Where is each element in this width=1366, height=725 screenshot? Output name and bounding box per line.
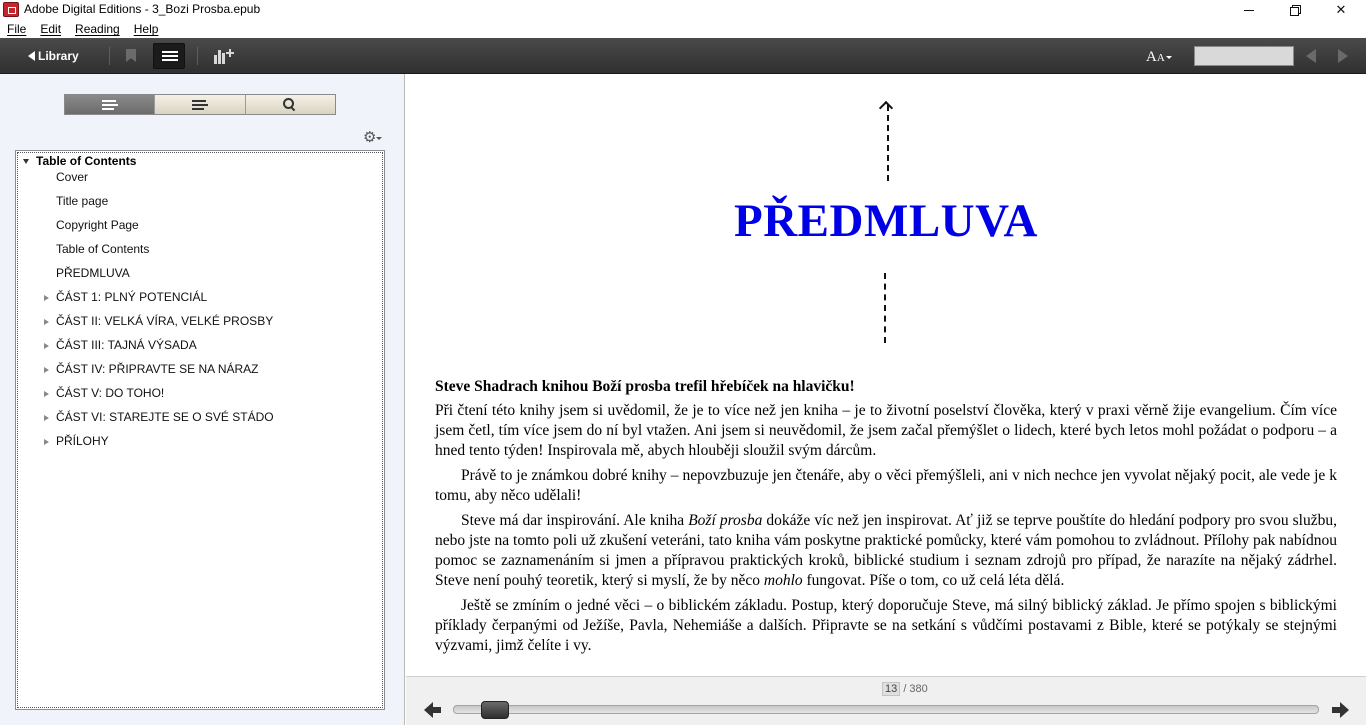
expand-triangle-icon[interactable]: [44, 367, 49, 373]
lead-paragraph: Steve Shadrach knihou Boží prosba trefil…: [435, 378, 855, 395]
previous-result-icon[interactable]: [1306, 49, 1316, 63]
decorative-dashes: [884, 273, 886, 343]
search-icon: [282, 98, 295, 110]
next-result-icon[interactable]: [1338, 49, 1348, 63]
font-size-label: A: [1146, 49, 1157, 65]
close-icon: ✕: [1335, 2, 1347, 17]
toolbar: Library AA: [0, 38, 1366, 74]
window-title: Adobe Digital Editions - 3_Bozi Prosba.e…: [24, 2, 261, 16]
toc-item[interactable]: Copyright Page: [56, 218, 139, 232]
reading-pane: PŘEDMLUVA Steve Shadrach knihou Boží pro…: [406, 74, 1366, 676]
sidebar-view-tabs: [64, 94, 336, 115]
paragraph: Právě to je známkou dobré knihy – nepovz…: [435, 467, 1337, 504]
toc-toggle-button[interactable]: [153, 43, 185, 69]
expand-triangle-icon[interactable]: [44, 295, 49, 301]
app-window: Adobe Digital Editions - 3_Bozi Prosba.e…: [0, 0, 1366, 725]
toc-list-icon: [102, 100, 118, 110]
page-counter: 13 / 380: [882, 682, 928, 696]
toolbar-separator: [109, 47, 110, 65]
previous-page-icon[interactable]: [424, 702, 442, 718]
paragraph: Ještě se zmíním o jedné věci – o biblick…: [435, 597, 1337, 654]
chapter-body: Steve Shadrach knihou Boží prosba trefil…: [435, 377, 1337, 661]
toc-item[interactable]: PŘEDMLUVA: [56, 266, 130, 280]
font-size-button[interactable]: AA: [1146, 49, 1172, 66]
dropdown-caret-icon: [1165, 56, 1172, 60]
expand-triangle-icon[interactable]: [44, 319, 49, 325]
gear-icon[interactable]: ⚙: [363, 128, 383, 146]
close-button[interactable]: ✕: [1318, 0, 1364, 20]
menu-bar: File Edit Reading Help: [0, 20, 1366, 38]
page-slider-track[interactable]: [453, 705, 1319, 714]
minimize-icon: [1244, 9, 1254, 11]
library-label: Library: [38, 49, 79, 63]
font-size-small-label: A: [1156, 52, 1165, 64]
toc-item[interactable]: PŘÍLOHY: [56, 434, 109, 448]
paragraph: Při čtení této knihy jsem si uvědomil, ž…: [435, 402, 1337, 459]
expand-triangle-icon[interactable]: [44, 415, 49, 421]
add-bar-chart-icon[interactable]: [214, 48, 234, 64]
menu-reading[interactable]: Reading: [68, 20, 127, 38]
back-triangle-icon: [28, 51, 35, 61]
expand-triangle-icon[interactable]: [44, 439, 49, 445]
menu-file[interactable]: File: [0, 20, 33, 38]
decorative-arrow: [878, 100, 894, 181]
adobe-digital-editions-icon: [3, 2, 19, 17]
chapter-title: PŘEDMLUVA: [734, 195, 1038, 247]
toolbar-separator: [197, 47, 198, 65]
toc-item[interactable]: ČÁST VI: STAREJTE SE O SVÉ STÁDO: [56, 410, 274, 424]
next-page-icon[interactable]: [1331, 702, 1349, 718]
toc-root[interactable]: Table of Contents: [23, 154, 136, 168]
toc-item[interactable]: ČÁST IV: PŘIPRAVTE SE NA NÁRAZ: [56, 362, 259, 376]
maximize-button[interactable]: [1272, 0, 1318, 20]
library-button[interactable]: Library: [28, 47, 79, 65]
collapse-triangle-icon[interactable]: [23, 158, 29, 164]
bookmark-icon[interactable]: [126, 49, 136, 62]
toc-item[interactable]: ČÁST II: VELKÁ VÍRA, VELKÉ PROSBY: [56, 314, 273, 328]
toc-title: Table of Contents: [36, 154, 137, 168]
tab-search[interactable]: [245, 95, 335, 114]
tab-table-of-contents[interactable]: [65, 95, 156, 114]
expand-triangle-icon[interactable]: [44, 391, 49, 397]
toc-item[interactable]: ČÁST 1: PLNÝ POTENCIÁL: [56, 290, 207, 304]
total-pages: / 380: [903, 683, 928, 695]
expand-triangle-icon[interactable]: [44, 343, 49, 349]
page-slider-thumb[interactable]: [481, 701, 509, 719]
sidebar: ⚙ Table of Contents Cover Title page Copyr…: [0, 74, 405, 725]
bookmark-list-icon: [192, 100, 209, 110]
menu-edit[interactable]: Edit: [33, 20, 68, 38]
minimize-button[interactable]: [1226, 0, 1272, 20]
current-page-input[interactable]: 13: [882, 682, 901, 696]
search-input[interactable]: [1194, 46, 1294, 66]
dropdown-caret-icon: [376, 136, 383, 140]
tab-bookmarks[interactable]: [155, 95, 246, 114]
paragraph: Steve má dar inspirování. Ale kniha Boží…: [435, 512, 1337, 589]
toc-item[interactable]: Title page: [56, 194, 108, 208]
page-navigation-bar: 13 / 380: [406, 676, 1366, 725]
title-bar: Adobe Digital Editions - 3_Bozi Prosba.e…: [0, 0, 1366, 20]
menu-help[interactable]: Help: [127, 20, 166, 38]
toc-item[interactable]: ČÁST V: DO TOHO!: [56, 386, 164, 400]
list-icon: [162, 51, 178, 62]
toc-item[interactable]: ČÁST III: TAJNÁ VÝSADA: [56, 338, 197, 352]
toc-item[interactable]: Table of Contents: [56, 242, 149, 256]
restore-icon: [1290, 5, 1301, 16]
toc-item[interactable]: Cover: [56, 170, 88, 184]
toc-panel: Table of Contents Cover Title page Copyrig…: [15, 150, 385, 710]
